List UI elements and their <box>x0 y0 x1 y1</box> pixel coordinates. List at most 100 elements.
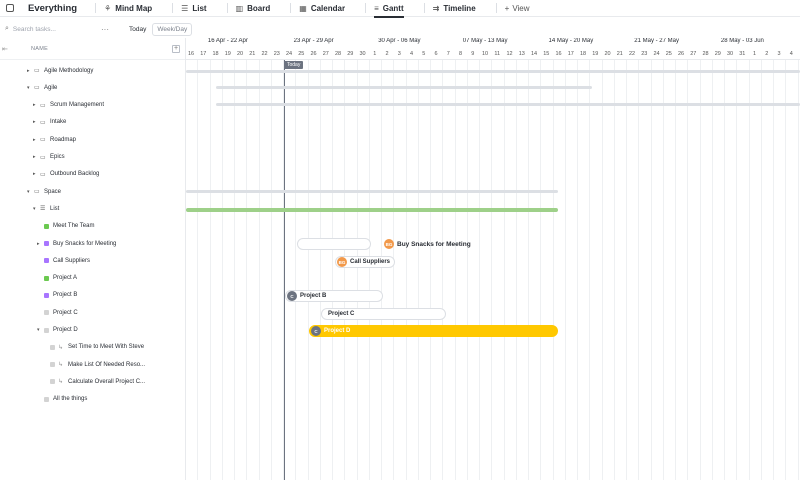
progress-bar-list[interactable] <box>186 208 558 212</box>
task-tree-label[interactable]: Make List Of Needed Reso... <box>68 362 145 368</box>
task-tree-row[interactable]: ▸ ▭ Roadmap <box>0 131 186 148</box>
space-icon[interactable] <box>6 4 14 12</box>
task-tree-label[interactable]: Calculate Overall Project C... <box>68 379 145 385</box>
task-tree-label[interactable]: All the things <box>53 396 87 402</box>
chevron-down-icon[interactable]: ▾ <box>37 327 40 333</box>
day-label: 19 <box>592 51 599 57</box>
tab-mind-map[interactable]: ⚘ Mind Map <box>104 0 152 17</box>
task-label-buy-snacks: BG Buy Snacks for Meeting <box>383 239 471 249</box>
status-dot[interactable] <box>44 292 49 298</box>
task-tree-row[interactable]: ▸ ▭ Epics <box>0 149 186 166</box>
chevron-right-icon[interactable]: ▸ <box>33 102 36 108</box>
status-dot[interactable] <box>44 258 49 264</box>
status-dot[interactable] <box>44 241 49 246</box>
task-tree-row[interactable]: ▾ ▭ Space <box>0 183 186 200</box>
status-dot[interactable] <box>50 362 55 368</box>
task-tree-row[interactable]: ▸ ▭ Scrum Management <box>0 97 186 114</box>
task-tree-row[interactable]: ▾ ▭ Agile <box>0 79 186 96</box>
day-label: 7 <box>446 51 450 57</box>
task-tree-label[interactable]: Intake <box>50 119 66 125</box>
tab-list[interactable]: ☰ List <box>181 0 206 17</box>
chevron-right-icon[interactable]: ▸ <box>27 68 30 74</box>
tab-calendar[interactable]: ▦ Calendar <box>299 0 345 17</box>
search-input[interactable]: ⌕ Search tasks... <box>5 25 105 33</box>
task-tree-row[interactable]: ↳ Calculate Overall Project C... <box>0 373 186 390</box>
task-tree-row[interactable]: ▸ Buy Snacks for Meeting <box>0 235 186 252</box>
chevron-right-icon[interactable]: ▸ <box>33 137 36 143</box>
day-label: 9 <box>471 51 475 57</box>
task-tree-row[interactable]: ↳ Make List Of Needed Reso... <box>0 356 186 373</box>
task-tree-label[interactable]: Buy Snacks for Meeting <box>53 241 116 247</box>
grid-line <box>773 60 774 480</box>
summary-bar-scrum-management[interactable] <box>216 86 592 89</box>
grid-line <box>626 60 627 480</box>
status-dot[interactable] <box>44 275 49 281</box>
status-dot[interactable] <box>44 327 49 333</box>
add-column-button[interactable]: + <box>172 44 180 53</box>
task-tree-row[interactable]: ▸ ▭ Outbound Backlog <box>0 166 186 183</box>
tab-timeline[interactable]: ⇉ Timeline <box>433 0 476 17</box>
week-day-toggle[interactable]: Week/Day <box>152 22 193 36</box>
status-dot[interactable] <box>44 396 49 402</box>
chevron-right-icon[interactable]: ▸ <box>33 119 36 125</box>
task-tree-label[interactable]: Call Suppliers <box>53 258 90 264</box>
task-bar-buy-snacks[interactable] <box>297 238 371 250</box>
status-dot[interactable] <box>50 344 55 350</box>
day-label: 11 <box>494 51 501 57</box>
chevron-down-icon[interactable]: ▾ <box>27 85 30 91</box>
task-tree-row[interactable]: ▾ Project D <box>0 322 186 339</box>
task-tree-label[interactable]: Agile Methodology <box>44 68 93 74</box>
task-bar-project-d[interactable]: C Project D <box>309 325 558 337</box>
grid-line <box>748 60 750 480</box>
day-label: 26 <box>310 51 317 57</box>
task-tree-row[interactable]: ▾ ☰ List <box>0 200 186 217</box>
summary-bar-intake[interactable] <box>216 103 800 106</box>
task-tree-row[interactable]: Project B <box>0 287 186 304</box>
task-tree-label[interactable]: Project C <box>53 310 78 316</box>
chevron-down-icon[interactable]: ▾ <box>27 189 30 195</box>
chevron-right-icon[interactable]: ▸ <box>33 154 36 160</box>
status-dot[interactable] <box>44 310 49 316</box>
task-tree-label[interactable]: Project D <box>53 327 78 333</box>
task-tree-row[interactable]: ↳ Set Time to Meet With Steve <box>0 339 186 356</box>
task-tree-row[interactable]: Meet The Team <box>0 218 186 235</box>
today-button[interactable]: Today <box>129 26 146 33</box>
task-tree-label[interactable]: Outbound Backlog <box>50 171 99 177</box>
task-tree-row[interactable]: Project A <box>0 270 186 287</box>
task-tree-row[interactable]: ▸ ▭ Intake <box>0 114 186 131</box>
task-tree-label[interactable]: Roadmap <box>50 137 76 143</box>
task-tree-label[interactable]: Project A <box>53 275 77 281</box>
task-bar-call-suppliers[interactable]: BG Call Suppliers <box>335 256 395 268</box>
add-view-button[interactable]: + View <box>505 4 530 13</box>
day-label: 15 <box>543 51 550 57</box>
status-dot[interactable] <box>44 223 49 229</box>
more-options-icon[interactable]: ··· <box>101 25 121 34</box>
summary-bar-space[interactable] <box>186 190 558 193</box>
task-tree-label[interactable]: Agile <box>44 85 57 91</box>
collapse-panel-icon[interactable]: ⇤ <box>2 45 8 53</box>
task-tree-label[interactable]: List <box>50 206 59 212</box>
summary-bar-agile-methodology[interactable] <box>186 70 800 73</box>
task-tree-label[interactable]: Meet The Team <box>53 223 94 229</box>
chevron-right-icon[interactable]: ▸ <box>37 241 40 247</box>
chevron-right-icon[interactable]: ▸ <box>33 171 36 177</box>
task-bar-project-b[interactable]: C Project B <box>285 290 383 302</box>
task-tree-label[interactable]: Scrum Management <box>50 102 104 108</box>
task-tree-row[interactable]: Project C <box>0 304 186 321</box>
task-tree-label[interactable]: Project B <box>53 292 77 298</box>
tab-board[interactable]: ▥ Board <box>236 0 271 17</box>
day-label: 27 <box>690 51 697 57</box>
status-dot[interactable] <box>50 379 55 385</box>
task-tree-label[interactable]: Set Time to Meet With Steve <box>68 344 144 350</box>
task-bar-project-c[interactable]: Project C <box>321 308 446 320</box>
tab-gantt[interactable]: ≡ Gantt <box>374 0 404 18</box>
task-tree-row[interactable]: Call Suppliers <box>0 252 186 269</box>
day-label: 17 <box>567 51 574 57</box>
task-tree-row[interactable]: ▸ ▭ Agile Methodology <box>0 62 186 79</box>
task-tree-label[interactable]: Space <box>44 189 61 195</box>
task-tree-row[interactable]: All the things <box>0 391 186 408</box>
task-tree-label[interactable]: Epics <box>50 154 65 160</box>
chevron-down-icon[interactable]: ▾ <box>33 206 36 212</box>
day-label: 3 <box>397 51 401 57</box>
day-label: 2 <box>385 51 389 57</box>
